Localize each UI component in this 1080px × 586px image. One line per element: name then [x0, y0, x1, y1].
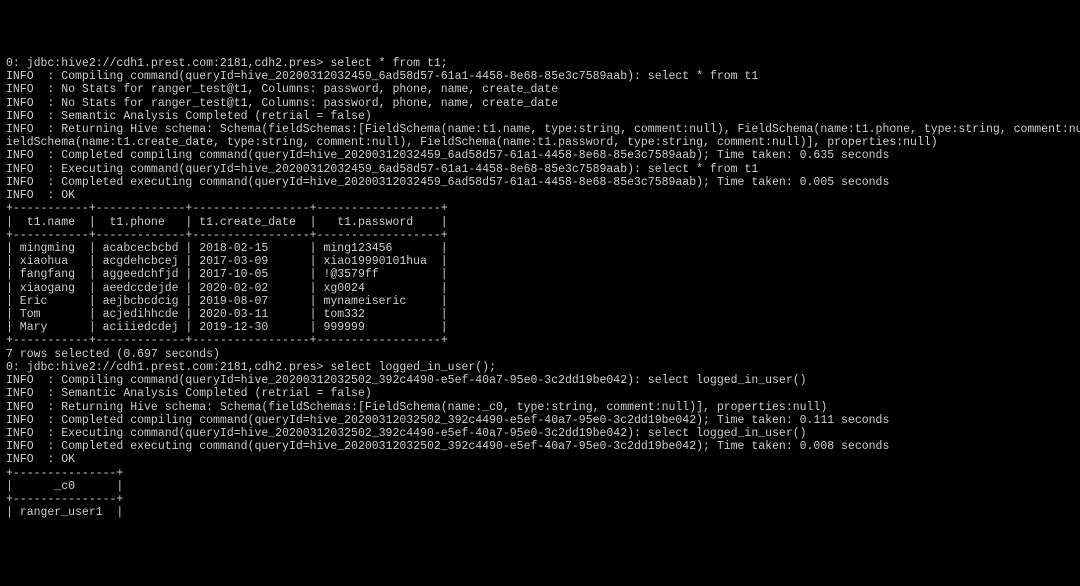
- terminal-line: | Eric | aejbcbcdcig | 2019-08-07 | myna…: [6, 295, 1074, 308]
- terminal-line: INFO : No Stats for ranger_test@t1, Colu…: [6, 83, 1074, 96]
- terminal-line: ieldSchema(name:t1.create_date, type:str…: [6, 136, 1074, 149]
- terminal-line: INFO : OK: [6, 189, 1074, 202]
- terminal-line: INFO : Compiling command(queryId=hive_20…: [6, 374, 1074, 387]
- terminal-line: INFO : Executing command(queryId=hive_20…: [6, 163, 1074, 176]
- terminal-line: +-----------+-------------+-------------…: [6, 202, 1074, 215]
- terminal-line: INFO : Completed compiling command(query…: [6, 149, 1074, 162]
- terminal-line: +-----------+-------------+-------------…: [6, 334, 1074, 347]
- terminal-line: | Mary | aciiiedcdej | 2019-12-30 | 9999…: [6, 321, 1074, 334]
- terminal-line: INFO : Executing command(queryId=hive_20…: [6, 427, 1074, 440]
- terminal-line: | xiaogang | aeedccdejde | 2020-02-02 | …: [6, 282, 1074, 295]
- terminal-line: | fangfang | aggeedchfjd | 2017-10-05 | …: [6, 268, 1074, 281]
- terminal-output[interactable]: 0: jdbc:hive2://cdh1.prest.com:2181,cdh2…: [6, 57, 1074, 520]
- terminal-line: INFO : Returning Hive schema: Schema(fie…: [6, 401, 1074, 414]
- terminal-line: | ranger_user1 |: [6, 506, 1074, 519]
- terminal-line: 0: jdbc:hive2://cdh1.prest.com:2181,cdh2…: [6, 57, 1074, 70]
- terminal-line: | Tom | acjedihhcde | 2020-03-11 | tom33…: [6, 308, 1074, 321]
- terminal-line: 0: jdbc:hive2://cdh1.prest.com:2181,cdh2…: [6, 361, 1074, 374]
- terminal-line: | mingming | acabcecbcbd | 2018-02-15 | …: [6, 242, 1074, 255]
- terminal-line: +---------------+: [6, 493, 1074, 506]
- terminal-line: INFO : Semantic Analysis Completed (retr…: [6, 387, 1074, 400]
- terminal-line: INFO : No Stats for ranger_test@t1, Colu…: [6, 97, 1074, 110]
- terminal-line: +-----------+-------------+-------------…: [6, 229, 1074, 242]
- terminal-line: +---------------+: [6, 467, 1074, 480]
- terminal-line: | t1.name | t1.phone | t1.create_date | …: [6, 216, 1074, 229]
- terminal-line: INFO : Completed executing command(query…: [6, 176, 1074, 189]
- terminal-line: INFO : Returning Hive schema: Schema(fie…: [6, 123, 1074, 136]
- terminal-line: INFO : Compiling command(queryId=hive_20…: [6, 70, 1074, 83]
- terminal-line: | _c0 |: [6, 480, 1074, 493]
- terminal-line: INFO : Semantic Analysis Completed (retr…: [6, 110, 1074, 123]
- terminal-line: 7 rows selected (0.697 seconds): [6, 348, 1074, 361]
- terminal-line: | xiaohua | acgdehcbcej | 2017-03-09 | x…: [6, 255, 1074, 268]
- terminal-line: INFO : OK: [6, 453, 1074, 466]
- terminal-line: INFO : Completed compiling command(query…: [6, 414, 1074, 427]
- terminal-line: INFO : Completed executing command(query…: [6, 440, 1074, 453]
